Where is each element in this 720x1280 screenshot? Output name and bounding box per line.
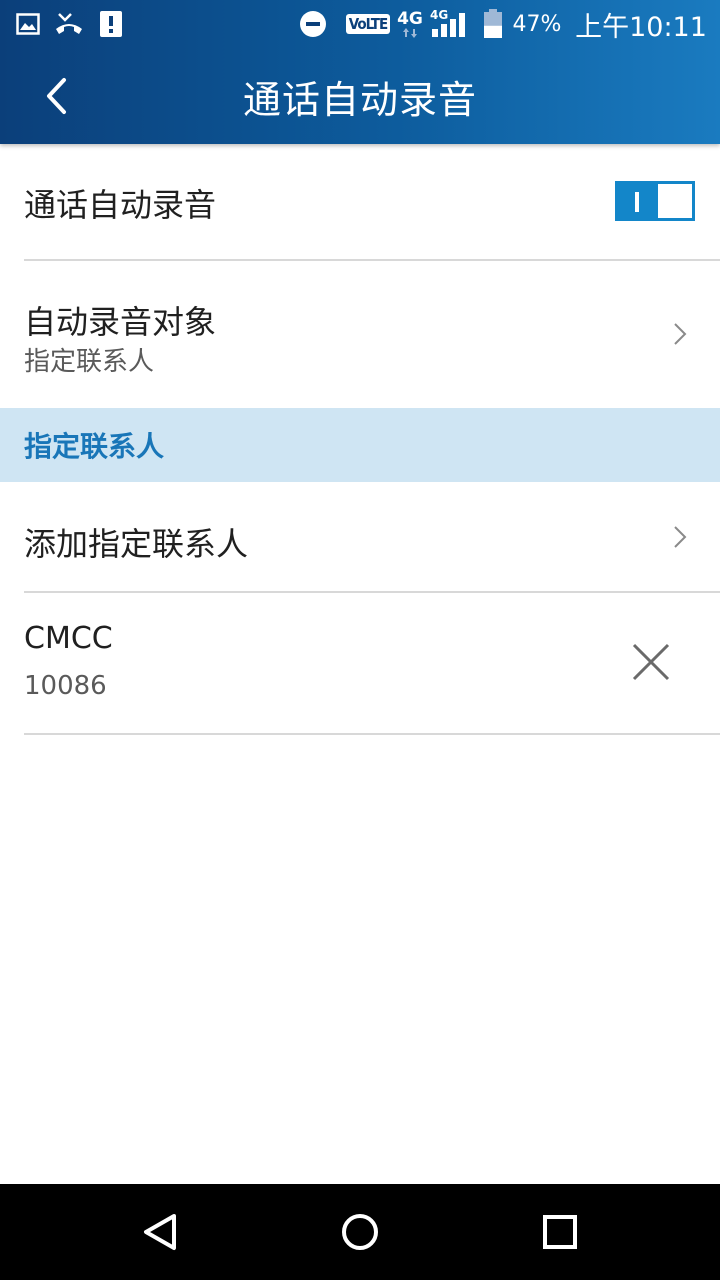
auto-record-row[interactable]: 通话自动录音 <box>0 144 720 260</box>
divider <box>24 733 720 735</box>
remove-contact-button[interactable] <box>622 633 680 691</box>
section-header-label: 指定联系人 <box>24 430 165 463</box>
nav-recents-button[interactable] <box>532 1204 588 1260</box>
list-item: CMCC 10086 <box>0 593 720 733</box>
home-circle-icon <box>342 1214 378 1250</box>
chevron-right-icon <box>670 319 690 349</box>
contact-number: 10086 <box>24 671 107 701</box>
image-icon <box>14 0 42 48</box>
app-bar: VoLTE 4G 4G 47% 上午10:11 通话自动录音 <box>0 0 720 144</box>
auto-record-switch[interactable] <box>615 181 695 221</box>
toolbar: 通话自动录音 <box>0 48 720 144</box>
battery-percent: 47% <box>512 11 562 37</box>
alert-icon <box>98 0 124 48</box>
switch-knob <box>658 184 692 218</box>
nav-back-button[interactable] <box>132 1204 188 1260</box>
auto-record-label: 通话自动录音 <box>24 186 217 224</box>
network-4g-icon: 4G <box>396 0 424 48</box>
add-contact-row[interactable]: 添加指定联系人 <box>0 482 720 592</box>
back-arrow-icon <box>47 78 66 114</box>
signal-icon: 4G <box>430 0 472 48</box>
data-activity-icon <box>403 28 417 38</box>
back-button[interactable] <box>24 68 88 124</box>
page-title: 通话自动录音 <box>242 77 477 122</box>
battery-icon <box>482 0 504 48</box>
record-target-row[interactable]: 自动录音对象 指定联系人 <box>0 261 720 408</box>
switch-on-mark <box>635 192 639 212</box>
volte-label: VoLTE <box>345 14 391 34</box>
signal-network-label: 4G <box>430 8 449 22</box>
back-triangle-icon <box>144 1214 176 1250</box>
add-contact-label: 添加指定联系人 <box>24 525 249 563</box>
recents-square-icon <box>543 1215 577 1249</box>
network-4g-label: 4G <box>397 9 423 29</box>
missed-call-icon <box>52 0 86 48</box>
chevron-right-icon <box>670 522 690 552</box>
nav-home-button[interactable] <box>332 1204 388 1260</box>
record-target-label: 自动录音对象 <box>24 303 217 341</box>
do-not-disturb-icon <box>298 0 328 48</box>
section-header: 指定联系人 <box>0 408 720 482</box>
contact-name: CMCC <box>24 621 113 656</box>
record-target-value: 指定联系人 <box>24 347 155 377</box>
navigation-bar <box>0 1184 720 1280</box>
volte-icon: VoLTE <box>345 0 391 48</box>
status-bar: VoLTE 4G 4G 47% 上午10:11 <box>0 0 720 48</box>
close-icon <box>632 643 670 681</box>
clock: 上午10:11 <box>575 11 707 43</box>
